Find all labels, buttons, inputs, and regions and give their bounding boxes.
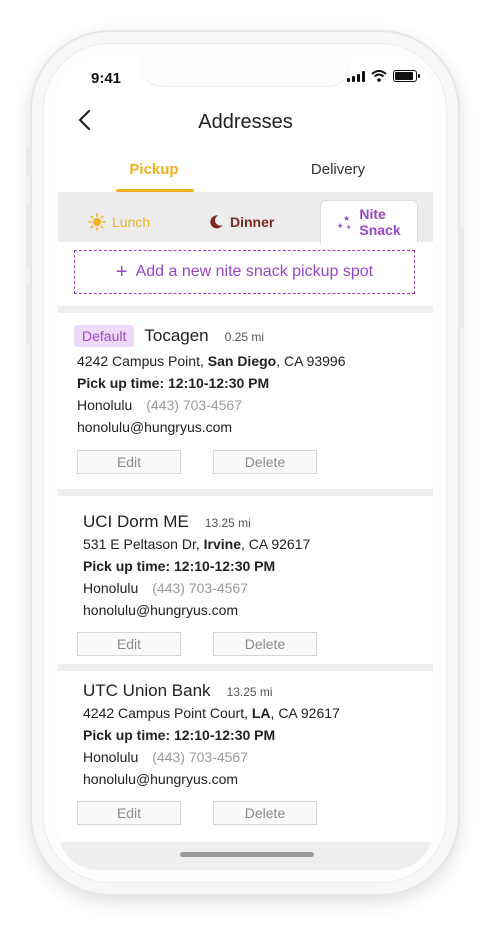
- plus-icon: +: [115, 261, 128, 283]
- contact-line: Honolulu (443) 703-4567: [83, 580, 248, 596]
- section-divider: [58, 664, 433, 671]
- meal-tab-lunch-label: Lunch: [112, 214, 151, 230]
- pickup-time: Pick up time: 12:10-12:30 PM: [83, 727, 276, 743]
- power-button: [460, 228, 464, 328]
- tab-bar: Pickup Delivery: [58, 152, 433, 192]
- pickup-time: Pick up time: 12:10-12:30 PM: [83, 558, 276, 574]
- distance: 13.25 mi: [226, 685, 273, 699]
- mute-switch: [26, 145, 30, 177]
- svg-text:★: ★: [343, 214, 350, 223]
- delete-button[interactable]: Delete: [213, 801, 317, 825]
- address-card: UCI Dorm ME 13.25 mi 531 E Peltason Dr, …: [58, 496, 433, 664]
- edit-button[interactable]: Edit: [77, 632, 181, 656]
- street: 4242 Campus Point Court,: [83, 705, 252, 721]
- signal-icon: [347, 70, 365, 82]
- contact-name: Honolulu: [77, 397, 133, 413]
- address-header: UTC Union Bank 13.25 mi: [83, 681, 273, 701]
- delete-button[interactable]: Delete: [213, 450, 317, 474]
- contact-line: Honolulu (443) 703-4567: [77, 397, 242, 413]
- edit-button[interactable]: Edit: [77, 801, 181, 825]
- volume-down-button: [26, 283, 30, 345]
- tab-delivery-label: Delivery: [310, 161, 366, 178]
- phone-number: (443) 703-4567: [152, 749, 249, 765]
- meal-type-bar: Lunch Dinner ★ ★ ★ Nite Snack: [58, 192, 433, 243]
- address-card: UTC Union Bank 13.25 mi 4242 Campus Poin…: [58, 671, 433, 842]
- meal-tab-nite-snack[interactable]: ★ ★ ★ Nite Snack: [320, 200, 418, 243]
- edit-button[interactable]: Edit: [77, 450, 181, 474]
- tab-pickup-label: Pickup: [129, 161, 179, 178]
- page-title: Addresses: [198, 111, 293, 133]
- delete-button[interactable]: Delete: [213, 632, 317, 656]
- street: 4242 Campus Point,: [77, 353, 208, 369]
- meal-tab-dinner-label: Dinner: [230, 214, 275, 230]
- wifi-icon: [371, 70, 387, 82]
- address-line: 531 E Peltason Dr, Irvine, CA 92617: [83, 536, 310, 552]
- header: Addresses: [58, 100, 433, 144]
- status-icons: [347, 70, 420, 82]
- notch: [140, 56, 350, 86]
- nite-label: Nite: [359, 206, 386, 222]
- snack-label: Snack: [359, 222, 401, 238]
- status-time: 9:41: [91, 70, 122, 87]
- sun-icon: [88, 213, 106, 231]
- address-card: Default Tocagen 0.25 mi 4242 Campus Poin…: [58, 313, 433, 489]
- default-badge: Default: [74, 325, 135, 347]
- address-line: 4242 Campus Point Court, LA, CA 92617: [83, 705, 340, 721]
- section-divider: [58, 489, 433, 496]
- app-screen: 9:41 Addresses Pickup Delivery Lunch Din…: [58, 56, 433, 870]
- location-name: UCI Dorm ME: [83, 512, 189, 531]
- state-zip: , CA 92617: [241, 536, 311, 552]
- add-pickup-spot-button[interactable]: + Add a new nite snack pickup spot: [74, 250, 415, 294]
- contact-name: Honolulu: [83, 749, 139, 765]
- add-pickup-spot-label: Add a new nite snack pickup spot: [135, 263, 374, 280]
- street: 531 E Peltason Dr,: [83, 536, 204, 552]
- location-name: UTC Union Bank: [83, 681, 211, 700]
- svg-text:★: ★: [346, 224, 351, 231]
- home-indicator[interactable]: [180, 852, 314, 857]
- meal-tab-lunch[interactable]: Lunch: [88, 202, 150, 242]
- phone-number: (443) 703-4567: [152, 580, 249, 596]
- meal-tab-nite-snack-label: Nite Snack: [359, 206, 400, 238]
- email: honolulu@hungryus.com: [83, 602, 239, 618]
- city: San Diego: [207, 353, 277, 369]
- address-header: UCI Dorm ME 13.25 mi: [83, 512, 251, 532]
- contact-name: Honolulu: [83, 580, 139, 596]
- location-name: Tocagen: [144, 326, 209, 345]
- distance: 0.25 mi: [224, 330, 264, 344]
- meal-tab-dinner[interactable]: Dinner: [208, 202, 274, 242]
- city: LA: [251, 705, 271, 721]
- state-zip: , CA 93996: [276, 353, 346, 369]
- pickup-time: Pick up time: 12:10-12:30 PM: [77, 375, 270, 391]
- moon-icon: [210, 215, 223, 229]
- svg-text:★: ★: [337, 222, 343, 230]
- battery-icon: [393, 70, 420, 82]
- address-header: Default Tocagen 0.25 mi: [74, 325, 264, 347]
- state-zip: , CA 92617: [270, 705, 340, 721]
- address-line: 4242 Campus Point, San Diego, CA 93996: [77, 353, 346, 369]
- email: honolulu@hungryus.com: [77, 419, 233, 435]
- distance: 13.25 mi: [204, 516, 251, 530]
- contact-line: Honolulu (443) 703-4567: [83, 749, 248, 765]
- section-divider: [58, 306, 433, 313]
- email: honolulu@hungryus.com: [83, 771, 239, 787]
- stars-icon: ★ ★ ★: [337, 214, 351, 231]
- tab-pickup[interactable]: Pickup: [114, 152, 194, 192]
- phone-number: (443) 703-4567: [146, 397, 243, 413]
- tab-delivery[interactable]: Delivery: [298, 152, 378, 192]
- volume-up-button: [26, 205, 30, 267]
- city: Irvine: [203, 536, 241, 552]
